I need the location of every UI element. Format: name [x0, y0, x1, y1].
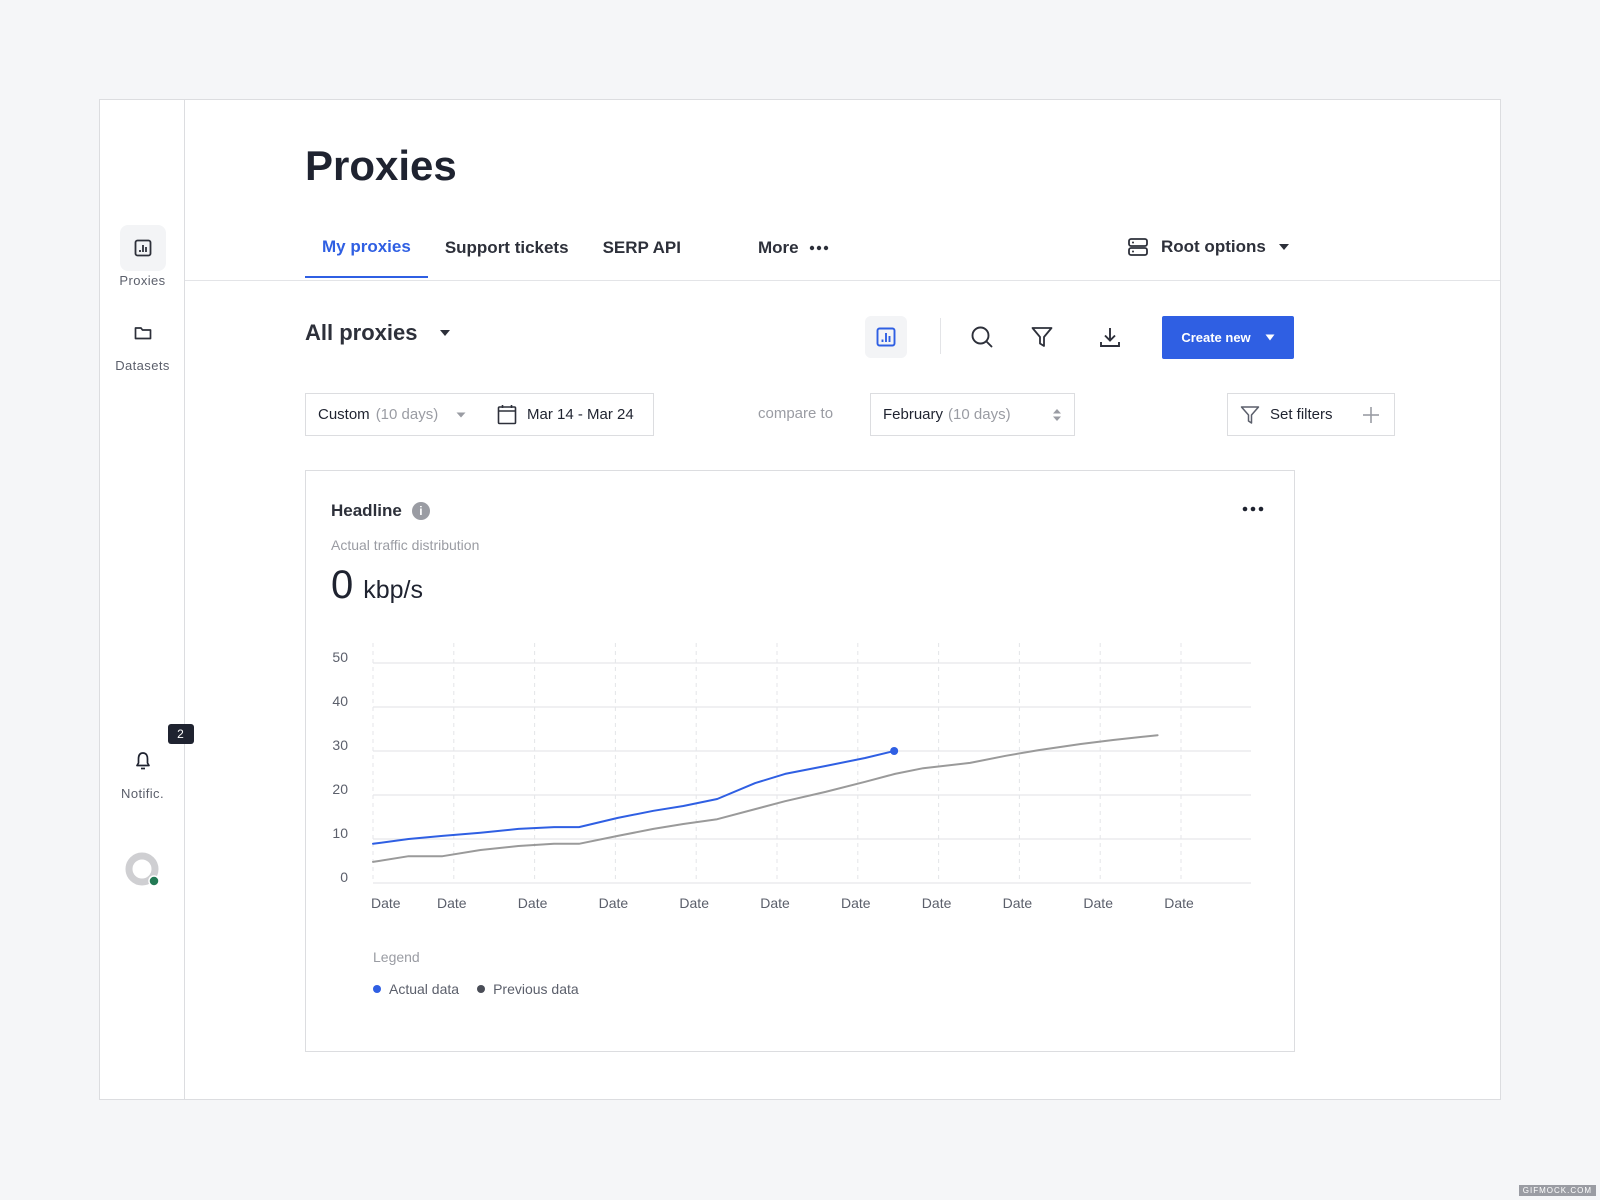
search-icon — [971, 326, 993, 348]
legend: Actual data Previous data — [373, 981, 579, 997]
y-tick-label: 0 — [340, 869, 348, 885]
y-tick-label: 20 — [332, 781, 348, 797]
filter-icon — [1031, 327, 1053, 347]
y-tick-label: 30 — [332, 737, 348, 753]
stepper-arrows-icon — [1053, 408, 1061, 421]
range-preset-value: Custom — [318, 406, 370, 423]
card-title-text: Headline — [331, 501, 402, 520]
sidebar-item-label: Datasets — [115, 358, 170, 373]
legend-dot-icon — [373, 985, 381, 993]
tab-my-proxies[interactable]: My proxies — [305, 218, 428, 278]
caret-down-icon — [440, 330, 451, 336]
card-subtitle: Actual traffic distribution — [331, 537, 480, 553]
chart-view-icon — [876, 327, 896, 347]
download-button[interactable] — [1089, 316, 1131, 358]
caret-down-icon — [1278, 244, 1289, 250]
sidebar: Proxies Datasets 2 Notific. — [100, 100, 194, 1099]
bar-chart-icon — [119, 225, 166, 271]
root-options-dropdown[interactable]: Root options — [1127, 232, 1290, 262]
server-icon — [1128, 238, 1148, 256]
filter-icon — [1240, 405, 1260, 424]
x-tick-label: Date — [371, 895, 401, 911]
online-status-icon — [148, 875, 160, 887]
series-line-previous — [372, 734, 1159, 863]
root-options-label: Root options — [1161, 237, 1266, 256]
range-preset-select[interactable]: Custom (10 days) — [305, 393, 485, 436]
x-tick-label: Date — [1164, 895, 1194, 911]
compare-period-value: February — [883, 406, 944, 423]
folder-icon — [120, 310, 166, 356]
x-tick-label: Date — [1083, 895, 1113, 911]
caret-down-icon — [1265, 334, 1275, 341]
y-tick-label: 10 — [332, 825, 348, 841]
more-dots-icon — [809, 245, 828, 251]
y-tick-label: 50 — [332, 649, 348, 665]
x-tick-label: Date — [841, 895, 871, 911]
compare-to-label: compare to — [758, 405, 834, 422]
caret-down-icon — [456, 412, 466, 417]
sidebar-item-label: Proxies — [119, 273, 166, 288]
x-tick-label: Date — [760, 895, 790, 911]
x-tick-label: Date — [922, 895, 952, 911]
sidebar-item-label: Notific. — [121, 786, 164, 801]
x-tick-label: Date — [679, 895, 709, 911]
create-new-button[interactable]: Create new — [1162, 316, 1294, 359]
tab-more[interactable]: More — [741, 218, 846, 278]
avatar[interactable] — [125, 852, 161, 888]
date-range-picker[interactable]: Mar 14 - Mar 24 — [484, 393, 654, 436]
metric-unit: kbp/s — [363, 576, 424, 604]
more-dots-icon — [1242, 506, 1264, 512]
create-new-label: Create new — [1181, 330, 1251, 345]
tab-serp-api[interactable]: SERP API — [586, 218, 698, 278]
legend-item-previous[interactable]: Previous data — [477, 981, 579, 997]
legend-label: Previous data — [493, 981, 579, 997]
compare-period-hint: (10 days) — [948, 406, 1011, 423]
sidebar-item-datasets[interactable]: Datasets — [100, 310, 185, 373]
legend-dot-icon — [477, 985, 486, 993]
tab-bar: My proxies Support tickets SERP API More — [305, 218, 846, 278]
series-end-point — [890, 747, 899, 755]
x-tick-label: Date — [437, 895, 467, 911]
card-title: Headline i — [331, 501, 430, 521]
calendar-icon — [497, 405, 517, 425]
info-icon[interactable]: i — [411, 502, 430, 520]
y-tick-label: 40 — [332, 693, 348, 709]
page-title: Proxies — [305, 142, 457, 189]
bell-icon: 2 — [120, 724, 194, 784]
app-window: Proxies Datasets 2 Notific. Proxies My p… — [99, 99, 1501, 1100]
x-tick-label: Date — [599, 895, 629, 911]
metric-value: 0 — [331, 563, 354, 607]
line-chart: 0 10 20 30 40 50 Date Date Date Date Date Date Date… — [332, 643, 1251, 911]
tab-more-label: More — [757, 238, 799, 257]
main-content: Proxies My proxies Support tickets SERP … — [185, 100, 1500, 1099]
card-menu-button[interactable] — [1242, 499, 1264, 517]
legend-label: Actual data — [389, 981, 460, 997]
sidebar-item-notifications[interactable]: 2 Notific. — [100, 724, 194, 801]
range-preset-hint: (10 days) — [375, 406, 439, 423]
toolbar-divider — [940, 318, 941, 354]
tabs-divider — [185, 280, 1500, 281]
chart-view-button[interactable] — [865, 316, 907, 358]
legend-item-actual[interactable]: Actual data — [373, 981, 459, 997]
search-button[interactable] — [961, 316, 1003, 358]
x-tick-label: Date — [1003, 895, 1033, 911]
plus-icon — [1363, 406, 1379, 423]
sidebar-item-proxies[interactable]: Proxies — [100, 225, 185, 288]
date-range-value: Mar 14 - Mar 24 — [527, 406, 634, 423]
set-filters-button[interactable]: Set filters — [1227, 393, 1395, 436]
series-line-actual — [372, 750, 896, 845]
proxy-view-selector[interactable]: All proxies — [305, 320, 451, 346]
x-tick-label: Date — [518, 895, 548, 911]
watermark: GIFMOCK.COM — [1518, 1185, 1596, 1196]
metric: 0 kbp/s — [331, 563, 423, 608]
legend-title: Legend — [373, 949, 420, 965]
filter-button[interactable] — [1021, 316, 1063, 358]
tab-support-tickets[interactable]: Support tickets — [428, 218, 586, 278]
proxy-view-label: All proxies — [305, 320, 418, 345]
download-icon — [1100, 328, 1120, 347]
compare-period-select[interactable]: February (10 days) — [870, 393, 1075, 436]
headline-chart-card: Headline i Actual traffic distribution 0… — [305, 470, 1295, 1052]
set-filters-label: Set filters — [1270, 406, 1333, 423]
